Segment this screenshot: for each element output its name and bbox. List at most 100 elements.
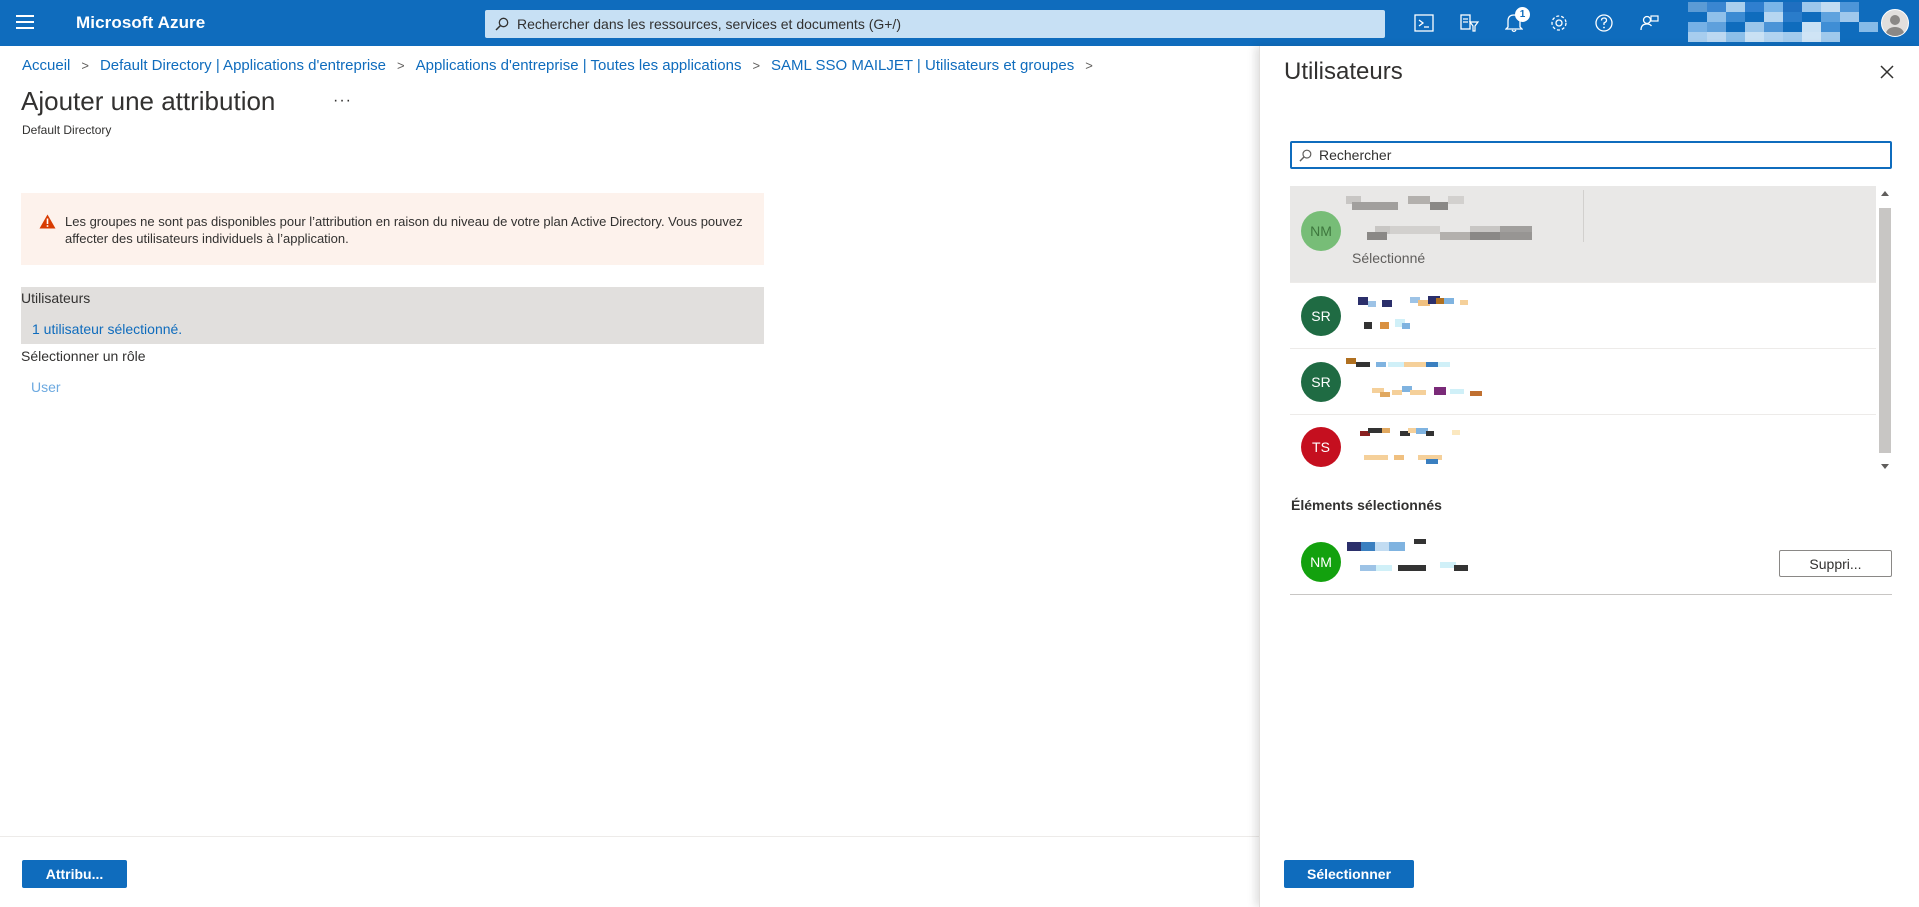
redacted-name	[1408, 196, 1430, 204]
redacted-name	[1404, 362, 1426, 367]
feedback-icon[interactable]	[1637, 11, 1661, 35]
user-search-input[interactable]	[1319, 147, 1879, 163]
redacted-email	[1500, 232, 1532, 240]
redacted-email	[1398, 565, 1426, 571]
users-picker-panel: Utilisateurs NM Sélectionné SR	[1259, 46, 1919, 907]
user-avatar: NM	[1301, 542, 1341, 582]
redacted-name	[1452, 430, 1460, 435]
users-assignment-section[interactable]: Utilisateurs 1 utilisateur sélectionné.	[21, 287, 764, 344]
redacted-email	[1470, 391, 1482, 396]
notifications-icon[interactable]: 1	[1502, 7, 1530, 35]
select-button[interactable]: Sélectionner	[1284, 860, 1414, 888]
redacted-email	[1380, 392, 1390, 397]
cloud-shell-icon[interactable]	[1412, 11, 1436, 35]
breadcrumb-home[interactable]: Accueil	[22, 57, 70, 74]
chevron-right-icon: >	[752, 58, 761, 73]
notification-badge: 1	[1515, 7, 1530, 22]
search-icon	[1299, 149, 1312, 162]
redacted-email	[1376, 565, 1392, 571]
breadcrumb-all-apps[interactable]: Applications d'entreprise | Toutes les a…	[416, 57, 742, 74]
global-search[interactable]	[485, 10, 1385, 38]
redacted-email	[1364, 455, 1388, 460]
redacted-email	[1394, 455, 1404, 460]
top-bar: Microsoft Azure 1	[0, 0, 1919, 46]
redacted-name	[1414, 539, 1426, 544]
user-list-item[interactable]: NM Sélectionné	[1290, 186, 1876, 283]
redacted-email	[1440, 232, 1470, 240]
selected-items-heading: Éléments sélectionnés	[1291, 497, 1442, 513]
account-info-redacted[interactable]	[1688, 2, 1878, 42]
redacted-email	[1454, 565, 1468, 571]
chevron-right-icon: >	[397, 58, 405, 73]
redacted-email	[1410, 390, 1426, 395]
assign-button[interactable]: Attribu...	[22, 860, 127, 888]
redacted-name	[1382, 300, 1392, 307]
redacted-name	[1347, 542, 1361, 551]
warning-text: Les groupes ne sont pas disponibles pour…	[65, 214, 743, 246]
panel-title: Utilisateurs	[1284, 58, 1403, 85]
breadcrumb-enterprise-apps[interactable]: Default Directory | Applications d'entre…	[100, 57, 386, 74]
global-search-input[interactable]	[517, 16, 1357, 32]
redacted-name	[1358, 297, 1368, 305]
breadcrumb: Accueil > Default Directory | Applicatio…	[22, 57, 1104, 74]
remove-button[interactable]: Suppri...	[1779, 550, 1892, 577]
user-list-item[interactable]: SR	[1290, 283, 1876, 349]
user-avatar-icon[interactable]	[1881, 9, 1909, 37]
user-avatar: SR	[1301, 362, 1341, 402]
user-list-item[interactable]: SR	[1290, 349, 1876, 415]
close-icon[interactable]	[1877, 62, 1897, 82]
redacted-email	[1380, 322, 1389, 329]
user-avatar: SR	[1301, 296, 1341, 336]
redacted-name	[1388, 362, 1404, 367]
redacted-email	[1426, 459, 1438, 464]
redacted-name	[1389, 542, 1405, 551]
redacted-name	[1361, 542, 1375, 551]
user-avatar: NM	[1301, 211, 1341, 251]
user-search-field[interactable]	[1290, 141, 1892, 169]
user-list-item[interactable]: TS	[1290, 415, 1876, 474]
redacted-email	[1360, 565, 1376, 571]
redacted-name	[1444, 298, 1454, 304]
redacted-name	[1352, 202, 1398, 210]
search-icon	[495, 17, 509, 31]
user-avatar: TS	[1301, 427, 1341, 467]
footer-divider	[0, 836, 1259, 837]
redacted-name	[1382, 428, 1390, 433]
redacted-email	[1364, 322, 1372, 329]
redacted-name	[1438, 362, 1450, 367]
redacted-name	[1430, 202, 1448, 210]
list-scrollbar[interactable]	[1878, 186, 1892, 474]
redacted-name	[1356, 362, 1370, 367]
users-label: Utilisateurs	[21, 290, 91, 306]
settings-icon[interactable]	[1547, 11, 1571, 35]
redacted-name	[1376, 362, 1386, 367]
role-select-link[interactable]: User	[31, 379, 61, 395]
redacted-email	[1367, 232, 1387, 240]
redacted-name	[1426, 362, 1438, 367]
scroll-thumb[interactable]	[1879, 208, 1891, 453]
scroll-down-icon[interactable]	[1881, 464, 1889, 469]
chevron-right-icon: >	[1085, 58, 1093, 73]
redacted-email	[1450, 389, 1464, 394]
menu-icon[interactable]	[16, 15, 34, 31]
redacted-email	[1392, 390, 1402, 395]
help-icon[interactable]	[1592, 11, 1616, 35]
more-options-button[interactable]: ···	[333, 92, 352, 110]
chevron-right-icon: >	[81, 58, 89, 73]
directory-filter-icon[interactable]	[1457, 11, 1481, 35]
breadcrumb-users-groups[interactable]: SAML SSO MAILJET | Utilisateurs et group…	[771, 57, 1074, 74]
redacted-name	[1460, 300, 1468, 305]
selected-item: NM Suppri...	[1290, 532, 1892, 595]
redacted-name	[1436, 298, 1444, 304]
redacted-name	[1368, 301, 1376, 307]
users-selected-link[interactable]: 1 utilisateur sélectionné.	[32, 321, 182, 337]
redacted-name	[1375, 542, 1389, 551]
redacted-email	[1390, 226, 1440, 234]
redacted-email	[1470, 232, 1500, 240]
divider	[1583, 190, 1584, 242]
role-label: Sélectionner un rôle	[21, 348, 146, 364]
redacted-name	[1426, 431, 1434, 436]
user-list: NM Sélectionné SR SR TS	[1290, 186, 1892, 474]
scroll-up-icon[interactable]	[1881, 191, 1889, 196]
brand-link[interactable]: Microsoft Azure	[76, 13, 205, 33]
